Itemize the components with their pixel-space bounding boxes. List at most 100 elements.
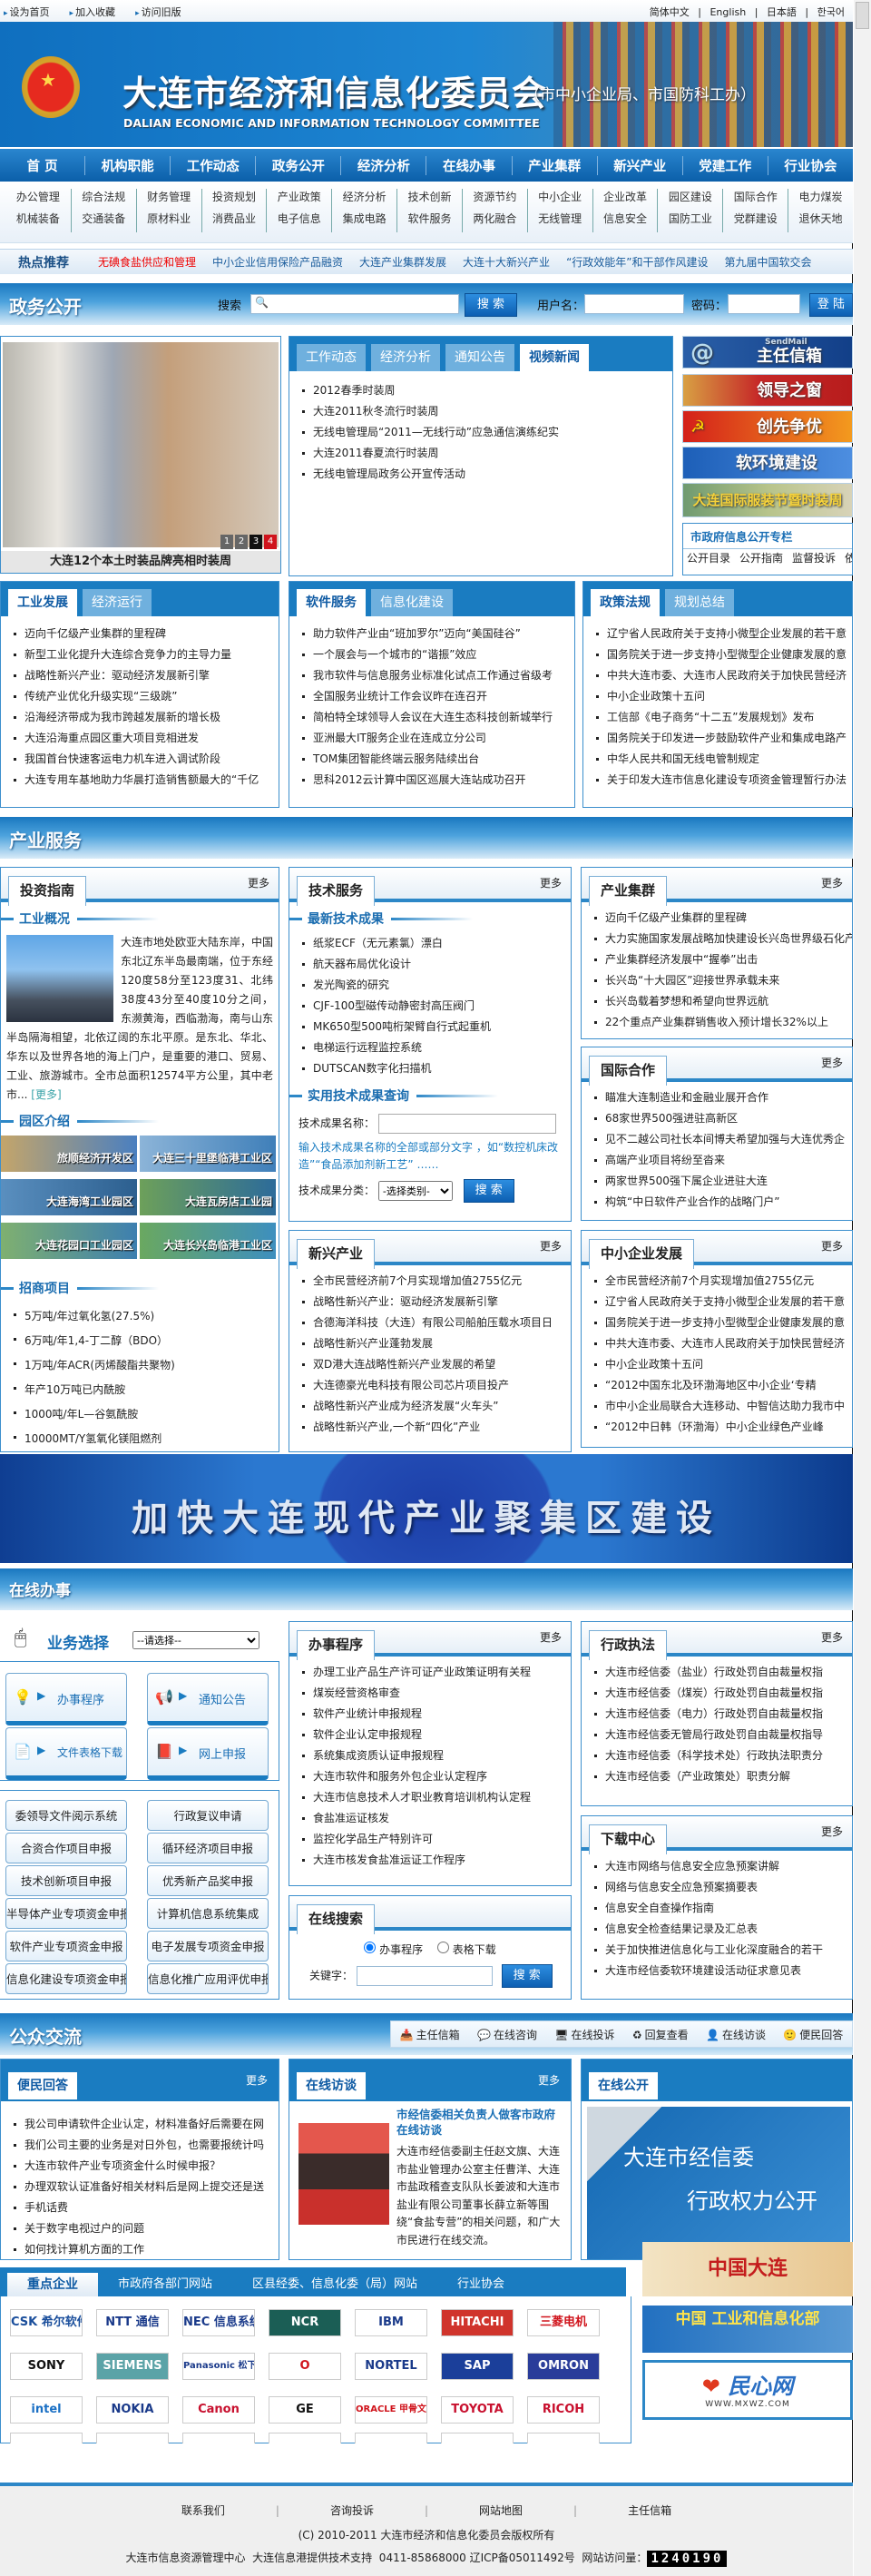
quick-link-4[interactable]: 👤 在线访谈: [706, 2027, 766, 2042]
hot-topic-link[interactable]: 中小企业信用保险产品融资: [212, 256, 343, 269]
park-link[interactable]: 大连长兴岛临港工业区: [140, 1223, 276, 1259]
news-item[interactable]: 我市软件与信息服务业标准化试点工作通过省级考: [289, 665, 574, 686]
news-box-tab[interactable]: 政策法规: [591, 589, 660, 616]
quick-link-1[interactable]: 💬 在线咨询: [477, 2027, 537, 2042]
enterprise-logo[interactable]: [182, 2433, 255, 2443]
news-item[interactable]: 全国服务业统计工作会议昨在连召开: [289, 686, 574, 707]
news-item[interactable]: 迈向千亿级产业集群的里程碑: [1, 624, 279, 644]
footer-link[interactable]: 咨询投诉: [330, 2504, 374, 2517]
park-link[interactable]: 大连三十里堡临港工业区: [140, 1136, 276, 1172]
subnav-item[interactable]: 投资规划: [201, 189, 267, 211]
cluster-item[interactable]: 22个重点产业集群销售收入预计增长32%以上: [582, 1012, 852, 1033]
more-link[interactable]: 更多: [540, 1238, 562, 1254]
tech-item[interactable]: CJF-100型磁传动静密封高压阀门: [289, 996, 571, 1017]
subnav-item[interactable]: 党群建设: [722, 211, 788, 232]
enterprise-logo[interactable]: ORACLE 甲骨文: [355, 2396, 427, 2424]
tech-search-button[interactable]: 搜 索: [463, 1179, 514, 1203]
news-item[interactable]: 大连2011春夏流行时装周: [289, 443, 672, 464]
sme-item[interactable]: 中小企业政策十五问: [582, 1354, 852, 1375]
enforcement-item[interactable]: 大连市经信委（科学技术处）行政执法职责分: [582, 1745, 852, 1766]
enterprise-logo[interactable]: [527, 2433, 600, 2443]
service-button[interactable]: 合资合作项目申报: [5, 1833, 127, 1863]
sme-item[interactable]: 辽宁省人民政府关于支持小微型企业发展的若干意: [582, 1292, 852, 1313]
links-tab[interactable]: 区县经委、信息化委（局）网站: [232, 2273, 437, 2296]
enterprise-logo[interactable]: NCR: [269, 2309, 341, 2336]
procedure-item[interactable]: 软件产业统计申报规程: [289, 1704, 571, 1725]
qa-item[interactable]: 如何找计算机方面的工作: [1, 2239, 279, 2260]
intl-item[interactable]: 构筑“中日软件产业合作的战略门户”: [582, 1192, 852, 1213]
news-item[interactable]: 2012春季时装周: [289, 380, 672, 401]
procedure-item[interactable]: 大连市软件和服务外包企业认定程序: [289, 1766, 571, 1787]
service-button[interactable]: 行政复议申请: [147, 1800, 269, 1831]
tab-download-center[interactable]: 下载中心: [589, 1824, 668, 1854]
emerging-item[interactable]: 战略性新兴产业蓬勃发展: [289, 1333, 571, 1354]
park-link[interactable]: 大连海湾工业园区: [1, 1179, 137, 1215]
service-button[interactable]: 委领导文件阅示系统: [5, 1800, 127, 1831]
more-link[interactable]: 更多: [248, 875, 269, 890]
news-item[interactable]: 亚洲最大IT服务企业在连成立分公司: [289, 728, 574, 749]
project-item[interactable]: 5万吨/年过氧化氢(27.5%): [1, 1304, 279, 1329]
qa-item[interactable]: 手机话费: [1, 2197, 279, 2218]
qa-item[interactable]: 我们公司主要的业务是对日外包，也需要报统计吗: [1, 2135, 279, 2156]
subnav-item[interactable]: 办公管理: [5, 189, 71, 211]
news-item[interactable]: 新型工业化提升大连综合竞争力的主导力量: [1, 644, 279, 665]
project-item[interactable]: 1万吨/年ACR(丙烯酸酯共聚物): [1, 1353, 279, 1378]
language-link[interactable]: English: [710, 6, 746, 18]
more-link[interactable]: 更多: [821, 1055, 843, 1070]
more-link[interactable]: 更多: [246, 2072, 268, 2088]
cluster-item[interactable]: 长兴岛“十大园区”迎接世界承载未来: [582, 970, 852, 991]
qa-item[interactable]: 我公司申请软件企业认定，材料准备好后需要在网: [1, 2114, 279, 2135]
procedure-item[interactable]: 监控化学品生产特别许可: [289, 1829, 571, 1850]
subnav-item[interactable]: 原材料业: [135, 211, 201, 232]
more-link[interactable]: 更多: [540, 875, 562, 890]
sme-item[interactable]: “2012中日韩（环渤海）中小企业绿色产业峰: [582, 1417, 852, 1438]
subnav-item[interactable]: 经济分析: [331, 189, 396, 211]
hot-topic-link[interactable]: 大连十大新兴产业: [463, 256, 550, 269]
miit-banner[interactable]: 中国 工业和信息化部: [642, 2306, 853, 2353]
emerging-item[interactable]: 合德海洋科技（大连）有限公司船舶压载水项目日: [289, 1313, 571, 1333]
project-item[interactable]: 6万吨/年1,4-丁二醇（BDO）: [1, 1329, 279, 1353]
search-input[interactable]: [250, 294, 459, 314]
subnav-item[interactable]: 交通装备: [70, 211, 136, 232]
subnav-item[interactable]: 技术创新: [396, 189, 462, 211]
download-item[interactable]: 关于加快推进信息化与工业化深度融合的若干: [582, 1940, 852, 1961]
cluster-item[interactable]: 大力实施国家发展战略加快建设长兴岛世界级石化产: [582, 929, 852, 949]
procedure-item[interactable]: 食盐准运证核发: [289, 1808, 571, 1829]
subnav-item[interactable]: 综合法规: [70, 189, 136, 211]
subnav-item[interactable]: 消费品业: [201, 211, 267, 232]
news-item[interactable]: 中华人民共和国无线电管制规定: [583, 749, 852, 770]
nav-item[interactable]: 行业协会: [767, 155, 853, 175]
enterprise-logo[interactable]: GE: [269, 2396, 341, 2424]
enterprise-logo[interactable]: TOYOTA: [441, 2396, 514, 2424]
login-button[interactable]: 登 陆: [809, 293, 853, 317]
emerging-item[interactable]: 战略性新兴产业：驱动经济发展新引擎: [289, 1292, 571, 1313]
project-item[interactable]: 年产10万吨已内酰胺: [1, 1378, 279, 1402]
nav-item[interactable]: 首 页: [0, 156, 84, 175]
enforcement-item[interactable]: 大连市经信委（盐业）行政处罚自由裁量权指: [582, 1662, 852, 1683]
enterprise-logo[interactable]: Panasonic 松下: [182, 2353, 255, 2380]
slider-page-button[interactable]: 4: [264, 535, 277, 549]
slider-page-button[interactable]: 1: [220, 535, 233, 549]
tab-power-disclosure[interactable]: 在线公开: [589, 2072, 658, 2099]
service-button[interactable]: 软件产业专项资金申报: [5, 1931, 127, 1961]
intl-item[interactable]: 高端产业项目将纷至沓来: [582, 1150, 852, 1171]
procedure-item[interactable]: 大连市核发食盐准运证工作程序: [289, 1850, 571, 1871]
nav-item[interactable]: 经济分析: [340, 155, 426, 175]
more-link[interactable]: 更多: [540, 1629, 562, 1645]
language-link[interactable]: 한국어: [817, 6, 845, 18]
quick-link-2[interactable]: 🖥 在线投诉: [554, 2027, 614, 2042]
news-box-tab[interactable]: 工业发展: [8, 589, 77, 616]
news-item[interactable]: 中共大连市委、大连市人民政府关于加快民营经济: [583, 665, 852, 686]
info-link[interactable]: 公开指南: [739, 552, 783, 565]
service-button[interactable]: 信息化推广应用评优申报: [147, 1963, 269, 1994]
top-link[interactable]: 访问旧版: [135, 6, 181, 18]
news-tab[interactable]: 视频新闻: [520, 344, 589, 371]
service-button[interactable]: 优秀新产品奖申报: [147, 1865, 269, 1896]
footer-link[interactable]: 联系我们: [181, 2504, 225, 2517]
enterprise-logo[interactable]: NOKIA: [96, 2396, 169, 2424]
service-button[interactable]: 技术创新项目申报: [5, 1865, 127, 1896]
nav-item[interactable]: 机构职能: [84, 155, 170, 175]
enterprise-logo[interactable]: CSK 希尔软件: [10, 2309, 83, 2336]
footer-link[interactable]: 网站地图: [479, 2504, 523, 2517]
tech-category-select[interactable]: -选择类别-: [377, 1181, 453, 1201]
